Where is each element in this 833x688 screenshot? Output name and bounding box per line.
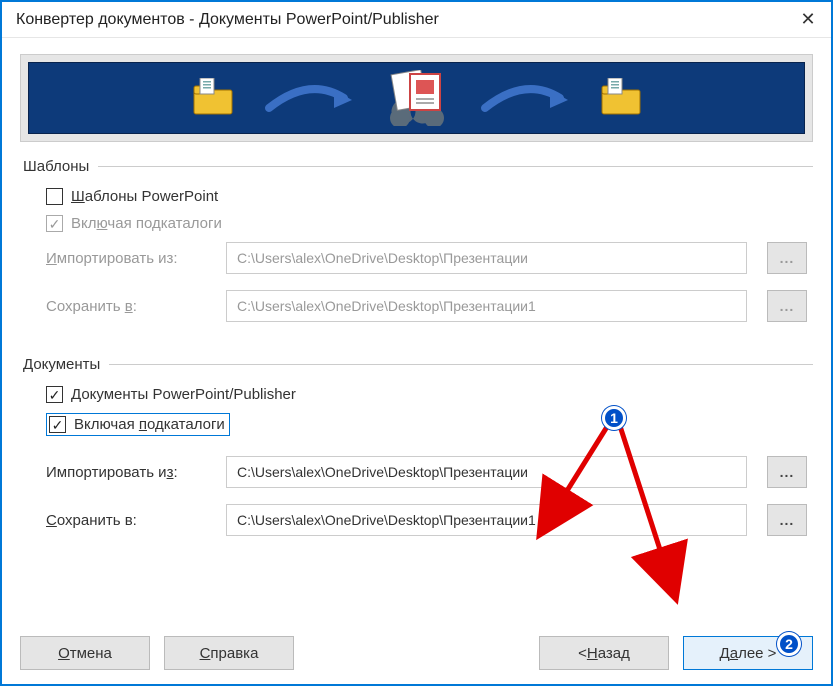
help-button[interactable]: Справка (164, 636, 294, 670)
ellipsis-icon: ... (780, 298, 795, 314)
templates-powerpoint-label: Шаблоны PowerPoint (71, 188, 218, 205)
ellipsis-icon: ... (780, 512, 795, 528)
templates-import-browse-button: ... (767, 242, 807, 274)
templates-group: Шаблоны Шаблоны PowerPoint Включая подка… (20, 158, 813, 346)
templates-import-label: Импортировать из: (46, 250, 226, 267)
conversion-center-icon (382, 70, 452, 126)
templates-save-label: Сохранить в: (46, 298, 226, 315)
next-button[interactable]: Далее > (683, 636, 813, 670)
documents-subfolders-label: Включая подкаталоги (74, 416, 225, 433)
dialog-window: Конвертер документов - Документы PowerPo… (0, 0, 833, 686)
banner (20, 54, 813, 142)
close-button[interactable]: ✕ (785, 2, 831, 38)
buttons-row: Отмена Справка < Назад Далее > (20, 626, 813, 670)
documents-import-browse-button[interactable]: ... (767, 456, 807, 488)
arrow-right-icon (480, 80, 570, 116)
documents-import-label: Импортировать из: (46, 464, 226, 481)
documents-save-browse-button[interactable]: ... (767, 504, 807, 536)
documents-subfolders-focus-box: Включая подкаталоги (46, 413, 230, 436)
templates-subfolders-label: Включая подкаталоги (71, 215, 222, 232)
cancel-button[interactable]: Отмена (20, 636, 150, 670)
documents-save-label: Сохранить в: (46, 512, 226, 529)
titlebar: Конвертер документов - Документы PowerPo… (2, 2, 831, 38)
divider (98, 166, 813, 167)
templates-import-input (226, 242, 747, 274)
back-button[interactable]: < Назад (539, 636, 669, 670)
templates-save-browse-button: ... (767, 290, 807, 322)
documents-legend: Документы (20, 356, 103, 373)
folder-target-icon (598, 78, 644, 118)
ellipsis-icon: ... (780, 464, 795, 480)
divider (109, 364, 813, 365)
documents-subfolders-checkbox[interactable] (49, 416, 66, 433)
templates-subfolders-checkbox (46, 215, 63, 232)
documents-import-input[interactable] (226, 456, 747, 488)
arrow-right-icon (264, 80, 354, 116)
ellipsis-icon: ... (780, 250, 795, 266)
window-title: Конвертер документов - Документы PowerPo… (16, 11, 439, 29)
templates-save-input (226, 290, 747, 322)
banner-inner (28, 62, 805, 134)
documents-save-input[interactable] (226, 504, 747, 536)
folder-source-icon (190, 78, 236, 118)
close-icon: ✕ (800, 9, 815, 30)
content-area: Шаблоны Шаблоны PowerPoint Включая подка… (2, 38, 831, 684)
documents-powerpoint-label: Документы PowerPoint/Publisher (71, 386, 296, 403)
documents-legend-row: Документы (20, 356, 813, 373)
templates-powerpoint-checkbox[interactable] (46, 188, 63, 205)
templates-legend-row: Шаблоны (20, 158, 813, 175)
templates-legend: Шаблоны (20, 158, 92, 175)
documents-group: Документы Документы PowerPoint/Publisher… (20, 356, 813, 560)
documents-powerpoint-checkbox[interactable] (46, 386, 63, 403)
